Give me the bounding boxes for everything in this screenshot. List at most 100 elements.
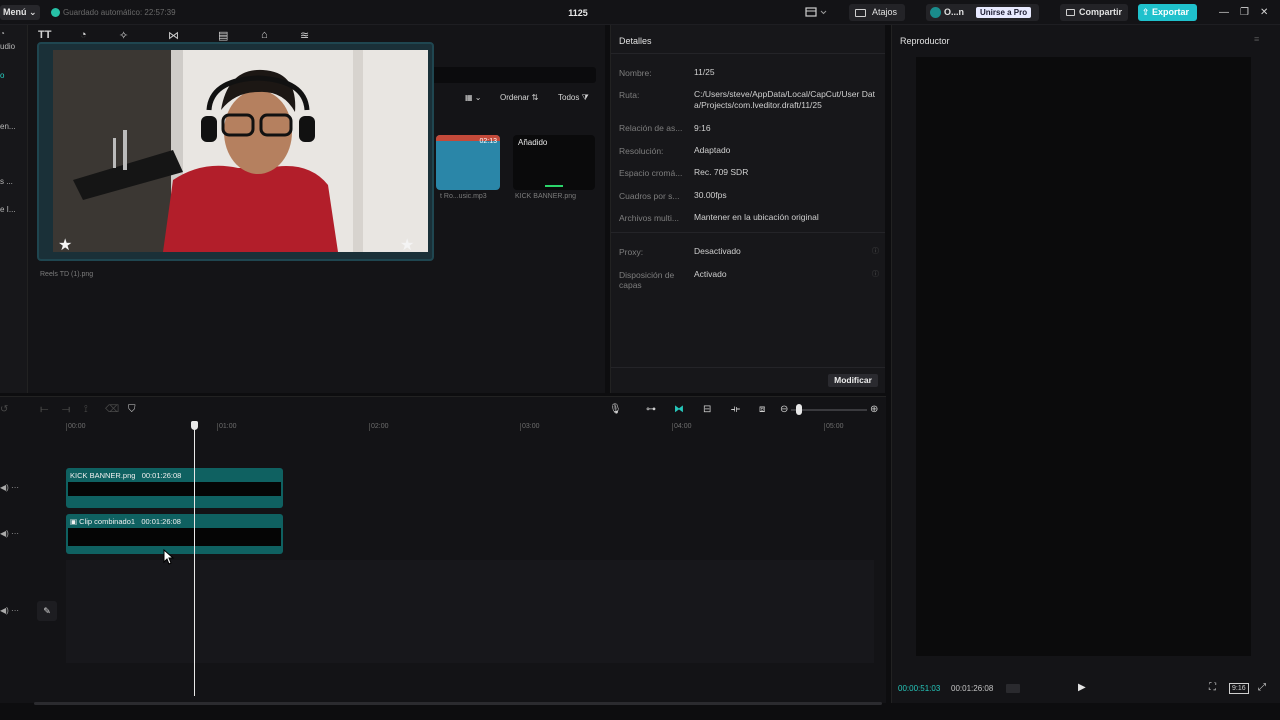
star-icon: ★ bbox=[58, 237, 73, 254]
active-tab-label[interactable]: o bbox=[0, 71, 4, 80]
menu-icon[interactable]: ≡ bbox=[1254, 34, 1259, 44]
category-label-3[interactable]: e I... bbox=[0, 205, 16, 214]
play-icon[interactable]: ▶ bbox=[1078, 682, 1086, 693]
detail-label-name: Nombre: bbox=[619, 68, 652, 78]
category-label-1[interactable]: en... bbox=[0, 122, 16, 131]
chevron-down-icon: ⌄ bbox=[29, 7, 37, 17]
timeline-clip[interactable]: ▣ Clip combinado1 00:01:26:08 bbox=[66, 514, 283, 554]
media-item-kick-banner[interactable]: Añadido bbox=[513, 135, 595, 190]
media-item-audio[interactable]: 02:13 bbox=[436, 135, 500, 190]
share-icon bbox=[1066, 9, 1075, 17]
filter-label: Todos bbox=[558, 93, 580, 102]
sort-button[interactable]: Ordenar ⇅ bbox=[500, 91, 538, 105]
detail-label-resolution: Resolución: bbox=[619, 146, 664, 156]
ruler-label: 01:00 bbox=[219, 423, 237, 430]
transitions-icon[interactable]: ⋈ bbox=[168, 29, 179, 42]
share-label: Compartir bbox=[1079, 7, 1123, 17]
edit-cover-icon[interactable]: ✎ bbox=[37, 601, 57, 621]
grid-icon: ▦ ⌄ bbox=[465, 93, 482, 102]
delete-icon[interactable]: ⌫ bbox=[105, 404, 119, 415]
timeline-clip[interactable]: KICK BANNER.png 00:01:26:08 bbox=[66, 468, 283, 508]
player-title: Reproductor bbox=[900, 36, 950, 46]
current-timecode: 00:00:51:03 bbox=[898, 684, 941, 693]
shortcuts-button[interactable]: Atajos bbox=[849, 4, 905, 21]
clip-thumbnail bbox=[68, 482, 281, 496]
sort-label: Ordenar bbox=[500, 93, 530, 102]
playhead[interactable] bbox=[194, 424, 195, 696]
ruler-mark bbox=[217, 423, 218, 431]
project-title[interactable]: 1125 bbox=[560, 8, 596, 18]
menu-button[interactable]: Menú ⌄ bbox=[0, 5, 40, 20]
timecode-toggle-icon[interactable] bbox=[1006, 684, 1020, 693]
aspect-ratio-button[interactable]: 9:16 bbox=[1229, 683, 1249, 694]
ruler-mark bbox=[824, 423, 825, 431]
view-toggle-button[interactable]: ▦ ⌄ bbox=[465, 91, 481, 105]
track-2-controls[interactable]: ◀) ··· bbox=[0, 529, 19, 538]
split-icon[interactable]: ⟝ bbox=[40, 404, 48, 415]
sort-icon: ⇅ bbox=[531, 93, 539, 102]
player-canvas[interactable] bbox=[916, 57, 1251, 656]
restore-icon[interactable]: ❐ bbox=[1240, 7, 1249, 18]
divider bbox=[611, 367, 885, 368]
ruler-mark bbox=[66, 423, 67, 431]
marker-icon[interactable]: ⛉ bbox=[128, 404, 136, 415]
fullscreen-icon[interactable]: ⤢ bbox=[1258, 682, 1266, 693]
audio-icon[interactable]: ◔ bbox=[0, 29, 5, 38]
main-track-controls[interactable]: ◀) ··· bbox=[0, 606, 19, 615]
split-right-icon[interactable]: ⟟ bbox=[84, 404, 88, 415]
zoom-out-icon[interactable]: ⊖ bbox=[780, 404, 788, 415]
keyboard-icon bbox=[855, 8, 866, 17]
microphone-icon[interactable]: 🎙 bbox=[609, 404, 622, 415]
close-icon[interactable]: ✕ bbox=[1260, 7, 1268, 18]
magnet-icon[interactable]: ⧓ bbox=[674, 404, 684, 415]
minimize-icon[interactable]: — bbox=[1219, 7, 1229, 18]
audio-tab-label[interactable]: udio bbox=[0, 42, 15, 51]
detail-value-resolution: Adaptado bbox=[694, 145, 731, 155]
detail-label-path: Ruta: bbox=[619, 90, 640, 100]
effects-icon[interactable]: ✧ bbox=[119, 29, 128, 42]
divider bbox=[611, 232, 885, 233]
adjust-icon[interactable]: ≊ bbox=[300, 29, 309, 42]
detail-label-aspect: Relación de as... bbox=[619, 123, 683, 133]
main-track[interactable] bbox=[66, 560, 874, 663]
clip-waveform bbox=[68, 528, 281, 546]
media-search-input[interactable] bbox=[423, 67, 596, 83]
undo-icon[interactable]: ↺ bbox=[0, 404, 8, 415]
layout-button[interactable] bbox=[803, 4, 831, 21]
autosave-status: Guardado automático: 22:57:39 bbox=[63, 8, 176, 17]
track-1-controls[interactable]: ◀) ··· bbox=[0, 483, 19, 492]
zoom-slider-knob[interactable] bbox=[796, 404, 802, 415]
sticker-icon[interactable]: ◔ bbox=[80, 29, 87, 41]
info-icon[interactable]: ⓘ bbox=[872, 246, 879, 256]
preview-axis-icon[interactable]: ⧈ bbox=[759, 404, 765, 415]
share-button[interactable]: Compartir bbox=[1060, 4, 1128, 21]
link-icon[interactable]: ⊶ bbox=[646, 404, 656, 415]
category-label-2[interactable]: s ... bbox=[0, 177, 13, 186]
ruler-label: 05:00 bbox=[826, 423, 844, 430]
snap-icon[interactable]: ⊟ bbox=[703, 404, 711, 415]
modify-button[interactable]: Modificar bbox=[828, 374, 878, 387]
pro-account-button[interactable]: O...n Unirse a Pro bbox=[926, 4, 1039, 21]
clip-name: KICK BANNER.png bbox=[70, 471, 136, 480]
ruler-label: 00:00 bbox=[68, 423, 86, 430]
align-icon[interactable]: ⟛ bbox=[731, 404, 740, 415]
detail-value-path: C:/Users/steve/AppData/Local/CapCut/User… bbox=[694, 89, 875, 110]
detail-label-layers: Disposición de capas bbox=[619, 270, 675, 290]
timeline-scrollbar[interactable] bbox=[34, 702, 882, 705]
ruler-mark bbox=[520, 423, 521, 431]
text-tab-icon[interactable]: TT bbox=[38, 29, 51, 41]
user-name: O...n bbox=[944, 7, 964, 17]
zoom-in-icon[interactable]: ⊕ bbox=[870, 404, 878, 415]
info-icon[interactable]: ⓘ bbox=[872, 269, 879, 279]
filter-button[interactable]: Todos ⧩ bbox=[558, 91, 589, 105]
clip-duration: 00:01:26:08 bbox=[141, 471, 182, 480]
detail-value-layers: Activado bbox=[694, 269, 727, 279]
zoom-slider-track[interactable] bbox=[791, 409, 867, 411]
fit-view-icon[interactable]: ⛶ bbox=[1209, 682, 1216, 693]
split-left-icon[interactable]: ⟞ bbox=[62, 404, 70, 415]
join-pro-button[interactable]: Unirse a Pro bbox=[976, 7, 1032, 18]
captions-icon[interactable]: ▤ bbox=[218, 29, 228, 42]
playhead-handle[interactable] bbox=[191, 421, 198, 430]
filters-icon[interactable]: ⌂ bbox=[261, 29, 268, 41]
export-button[interactable]: ⇪ Exportar bbox=[1138, 4, 1197, 21]
